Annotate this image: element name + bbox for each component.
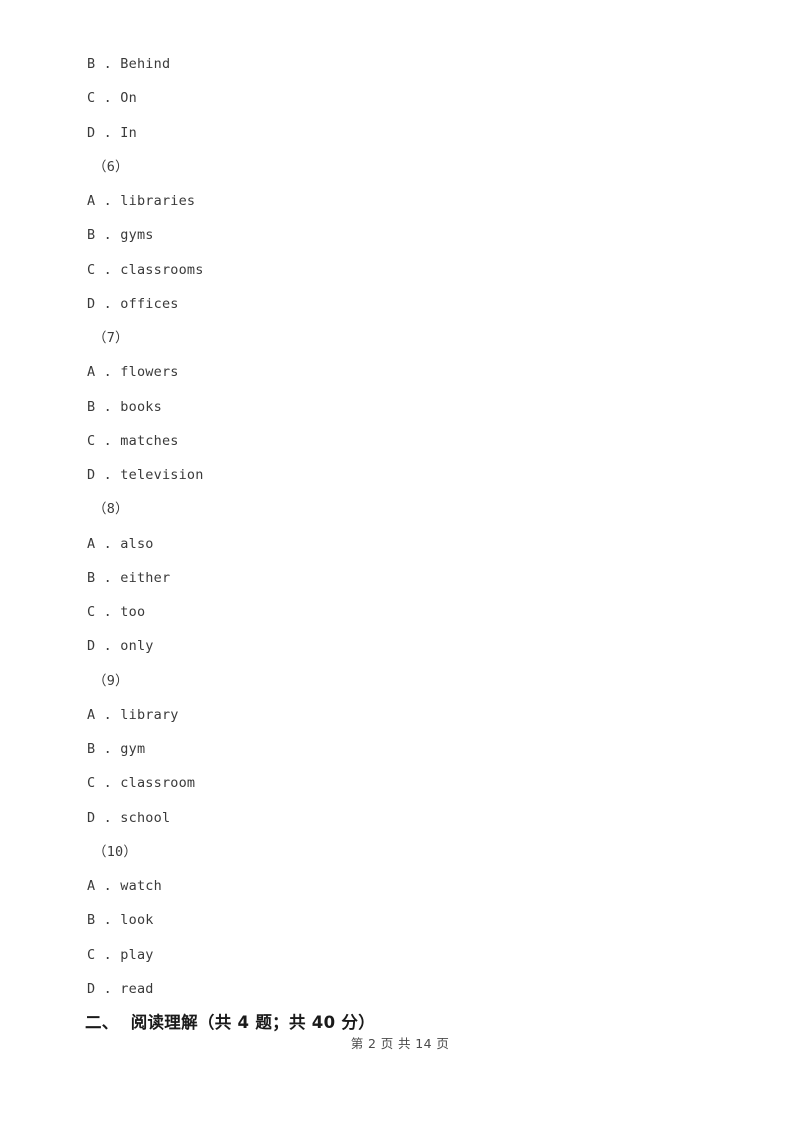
section-heading-reading-comprehension: 二、 阅读理解（共 4 题；共 40 分） xyxy=(85,1013,376,1032)
answer-option: D . school xyxy=(87,809,171,826)
question-number: （7） xyxy=(93,330,129,346)
answer-option: D . read xyxy=(87,980,154,997)
question-number: （8） xyxy=(93,501,129,518)
answer-option: B . Behind xyxy=(87,56,171,72)
question-number: （9） xyxy=(93,672,129,689)
answer-option: B . either xyxy=(87,569,171,586)
answer-option: A . library xyxy=(87,706,179,723)
answer-option: C . play xyxy=(87,946,154,963)
answer-option: B . gym xyxy=(87,741,146,757)
answer-option: A . libraries xyxy=(87,193,196,209)
answer-option: A . flowers xyxy=(87,364,179,381)
question-number: （10） xyxy=(93,843,138,860)
answer-option: D . only xyxy=(87,638,154,655)
answer-option: C . classrooms xyxy=(87,261,204,278)
question-options-list: B . Behind C . On D . In （6） A . libraries B … xyxy=(86,47,726,1006)
answer-option: B . gyms xyxy=(87,227,154,244)
answer-option: C . too xyxy=(87,604,146,620)
page-footer: 第 2 页 共 14 页 xyxy=(350,1036,450,1051)
answer-option: D . offices xyxy=(87,295,179,312)
document-page: B . Behind C . On D . In （6） A . libraries B … xyxy=(0,0,800,1132)
answer-option: D . television xyxy=(87,467,204,483)
answer-option: A . watch xyxy=(87,878,162,894)
question-number: （6） xyxy=(93,158,129,175)
answer-option: B . look xyxy=(87,912,154,929)
answer-option: A . also xyxy=(87,535,154,552)
answer-option: B . books xyxy=(87,398,162,415)
answer-option: D . In xyxy=(87,124,137,141)
answer-option: C . On xyxy=(87,90,137,107)
answer-option: C . matches xyxy=(87,432,179,449)
answer-option: C . classroom xyxy=(87,775,196,792)
